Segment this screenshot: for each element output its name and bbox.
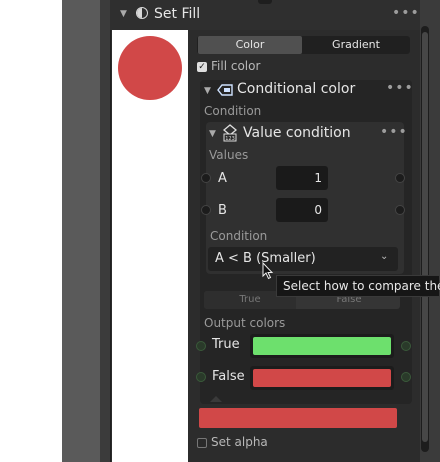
output-a-socket[interactable] <box>395 173 405 183</box>
value-condition-icon: 123 <box>222 124 238 142</box>
fill-mode-tabs: Color Gradient <box>197 36 410 54</box>
out-true-input-socket[interactable] <box>196 341 206 351</box>
mouse-cursor-icon <box>262 261 274 284</box>
out-false-color-field[interactable] <box>250 366 394 390</box>
value-condition-collapse-arrow-icon[interactable]: ▼ <box>209 129 216 139</box>
set-alpha-checkbox[interactable] <box>197 438 207 448</box>
condition-label: Condition <box>210 229 268 243</box>
output-b-socket[interactable] <box>395 205 405 215</box>
fill-color-checkbox[interactable]: ✓ <box>197 62 207 72</box>
condition-section-label: Condition <box>204 104 262 118</box>
tab-color[interactable]: Color <box>198 36 302 54</box>
condition-tooltip: Select how to compare the <box>276 275 440 297</box>
svg-text:123: 123 <box>225 136 235 142</box>
out-true-output-socket[interactable] <box>401 341 411 351</box>
input-a-label: A <box>218 171 227 186</box>
out-true-swatch <box>253 337 391 355</box>
value-condition-menu-icon[interactable]: ••• <box>380 124 408 140</box>
input-a-socket[interactable] <box>201 173 211 183</box>
scrollbar-thumb[interactable] <box>422 32 428 442</box>
out-false-swatch <box>253 369 391 387</box>
conditional-menu-icon[interactable]: ••• <box>386 80 414 96</box>
condition-select[interactable]: A < B (Smaller) ⌄ <box>208 247 398 271</box>
input-b-socket[interactable] <box>201 205 211 215</box>
out-false-output-socket[interactable] <box>401 372 411 382</box>
set-alpha-label: Set alpha <box>211 435 268 449</box>
out-true-label: True <box>212 337 240 352</box>
node-input-socket[interactable] <box>258 0 272 4</box>
node-menu-icon[interactable]: ••• <box>392 5 420 21</box>
out-false-label: False <box>212 369 245 384</box>
fill-color-result-swatch[interactable] <box>199 408 397 428</box>
out-true-color-field[interactable] <box>250 334 394 358</box>
input-b-label: B <box>218 203 227 218</box>
fill-color-label: Fill color <box>211 59 261 73</box>
value-condition-title: Value condition <box>243 125 351 141</box>
input-a-field[interactable]: 1 <box>276 166 328 190</box>
conditional-title: Conditional color <box>237 81 356 97</box>
out-false-input-socket[interactable] <box>196 372 206 382</box>
fill-preview-circle <box>118 36 182 100</box>
output-colors-label: Output colors <box>204 316 286 330</box>
tab-gradient[interactable]: Gradient <box>304 36 408 54</box>
collapse-arrow-icon[interactable]: ▼ <box>120 9 127 19</box>
chevron-down-icon: ⌄ <box>380 251 389 262</box>
input-b-field[interactable]: 0 <box>276 198 328 222</box>
conditional-collapse-arrow-icon[interactable]: ▼ <box>204 86 211 96</box>
node-scrollbar[interactable] <box>421 26 429 452</box>
node-title: Set Fill <box>154 6 201 22</box>
conditional-color-icon <box>217 84 233 96</box>
result-pointer-icon <box>210 396 222 402</box>
fill-half-circle-icon <box>136 7 148 19</box>
values-label: Values <box>209 148 249 162</box>
